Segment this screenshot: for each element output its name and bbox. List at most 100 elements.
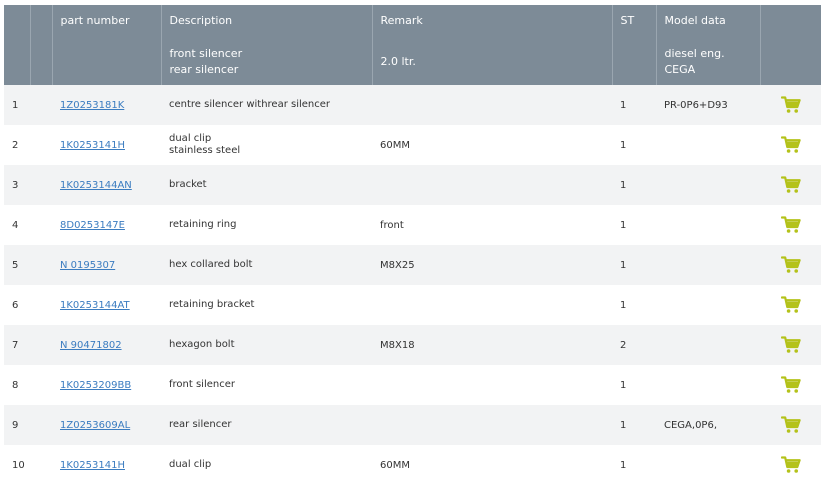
header-description[interactable]: Description front silencer rear silencer — [161, 5, 373, 85]
part-number-link[interactable]: N 90471802 — [60, 340, 122, 351]
row-part-number-cell: 1K0253209BB — [52, 365, 161, 405]
row-cart-cell — [760, 325, 821, 365]
part-number-link[interactable]: 1K0253141H — [60, 460, 125, 471]
row-index: 2 — [4, 125, 30, 165]
row-index: 9 — [4, 405, 30, 445]
header-remark-label: Remark — [380, 14, 423, 27]
cart-icon[interactable] — [780, 376, 801, 394]
row-remark: M8X25 — [372, 245, 612, 285]
cart-icon[interactable] — [780, 416, 801, 434]
row-description: hex collared bolt — [161, 245, 372, 285]
row-spacer — [30, 405, 52, 445]
header-remark-sub: 2.0 ltr. — [380, 55, 416, 68]
row-description: hexagon bolt — [161, 325, 372, 365]
row-cart-cell — [760, 405, 821, 445]
table-header: part number Description front silencer r… — [4, 5, 821, 85]
row-index: 6 — [4, 285, 30, 325]
row-part-number-cell: 1K0253144AT — [52, 285, 161, 325]
description-line: retaining bracket — [169, 299, 255, 310]
row-description: retaining bracket — [161, 285, 372, 325]
row-st: 1 — [612, 365, 656, 405]
row-remark: 60MM — [372, 445, 612, 485]
row-cart-cell — [760, 205, 821, 245]
row-part-number-cell: 1Z0253609AL — [52, 405, 161, 445]
row-description: bracket — [161, 165, 372, 205]
cart-icon[interactable] — [780, 176, 801, 194]
cart-icon[interactable] — [780, 96, 801, 114]
part-number-link[interactable]: 1Z0253609AL — [60, 420, 130, 431]
header-description-sub: front silencer rear silencer — [169, 47, 243, 76]
row-index: 7 — [4, 325, 30, 365]
header-remark[interactable]: Remark 2.0 ltr. — [372, 5, 613, 85]
cart-icon[interactable] — [780, 456, 801, 474]
row-remark — [372, 285, 612, 325]
header-st-label: ST — [620, 14, 635, 27]
description-line: front silencer — [169, 379, 235, 390]
row-model-data: CEGA,0P6, — [656, 405, 760, 445]
row-index: 3 — [4, 165, 30, 205]
table-row: 5 N 0195307 hex collared bolt M8X25 1 — [4, 245, 821, 285]
row-model-data — [656, 325, 760, 365]
row-index: 5 — [4, 245, 30, 285]
row-description: dual clip — [161, 445, 372, 485]
part-number-link[interactable]: 1K0253144AN — [60, 180, 132, 191]
row-description: centre silencer withrear silencer — [161, 85, 372, 125]
row-st: 1 — [612, 125, 656, 165]
row-spacer — [30, 125, 52, 165]
row-st: 1 — [612, 165, 656, 205]
row-cart-cell — [760, 365, 821, 405]
row-index: 1 — [4, 85, 30, 125]
row-description: front silencer — [161, 365, 372, 405]
row-cart-cell — [760, 165, 821, 205]
row-description: dual clip stainless steel — [161, 125, 372, 165]
description-line: rear silencer — [169, 419, 232, 430]
header-spacer — [30, 5, 53, 85]
header-st[interactable]: ST — [612, 5, 657, 85]
row-spacer — [30, 365, 52, 405]
row-spacer — [30, 205, 52, 245]
row-remark — [372, 165, 612, 205]
row-st: 1 — [612, 205, 656, 245]
row-st: 1 — [612, 285, 656, 325]
row-spacer — [30, 85, 52, 125]
cart-icon[interactable] — [780, 216, 801, 234]
row-st: 1 — [612, 85, 656, 125]
part-number-link[interactable]: 1Z0253181K — [60, 100, 124, 111]
row-model-data — [656, 165, 760, 205]
row-part-number-cell: 1K0253144AN — [52, 165, 161, 205]
table-row: 10 1K0253141H dual clip 60MM 1 — [4, 445, 821, 485]
description-line: dual clip — [169, 133, 212, 144]
row-description: retaining ring — [161, 205, 372, 245]
description-line: hex collared bolt — [169, 259, 253, 270]
part-number-link[interactable]: 8D0253147E — [60, 220, 125, 231]
row-cart-cell — [760, 445, 821, 485]
row-description: rear silencer — [161, 405, 372, 445]
row-cart-cell — [760, 245, 821, 285]
part-number-link[interactable]: N 0195307 — [60, 260, 115, 271]
row-part-number-cell: 1K0253141H — [52, 445, 161, 485]
cart-icon[interactable] — [780, 296, 801, 314]
header-index — [4, 5, 31, 85]
cart-icon[interactable] — [780, 336, 801, 354]
header-part-number[interactable]: part number — [52, 5, 162, 85]
part-number-link[interactable]: 1K0253141H — [60, 140, 125, 151]
row-spacer — [30, 445, 52, 485]
description-line: centre silencer withrear silencer — [169, 99, 331, 110]
table-row: 3 1K0253144AN bracket 1 — [4, 165, 821, 205]
row-st: 1 — [612, 405, 656, 445]
table-row: 6 1K0253144AT retaining bracket 1 — [4, 285, 821, 325]
header-model-data-label: Model data — [664, 14, 726, 27]
parts-table: part number Description front silencer r… — [4, 5, 821, 485]
part-number-link[interactable]: 1K0253209BB — [60, 380, 131, 391]
part-number-link[interactable]: 1K0253144AT — [60, 300, 130, 311]
cart-icon[interactable] — [780, 136, 801, 154]
row-index: 10 — [4, 445, 30, 485]
description-line: hexagon bolt — [169, 339, 235, 350]
row-model-data — [656, 285, 760, 325]
row-model-data: PR-0P6+D93 — [656, 85, 760, 125]
row-model-data — [656, 445, 760, 485]
description-line: stainless steel — [169, 145, 241, 156]
header-model-data[interactable]: Model data diesel eng. CEGA — [656, 5, 761, 85]
cart-icon[interactable] — [780, 256, 801, 274]
row-model-data — [656, 365, 760, 405]
